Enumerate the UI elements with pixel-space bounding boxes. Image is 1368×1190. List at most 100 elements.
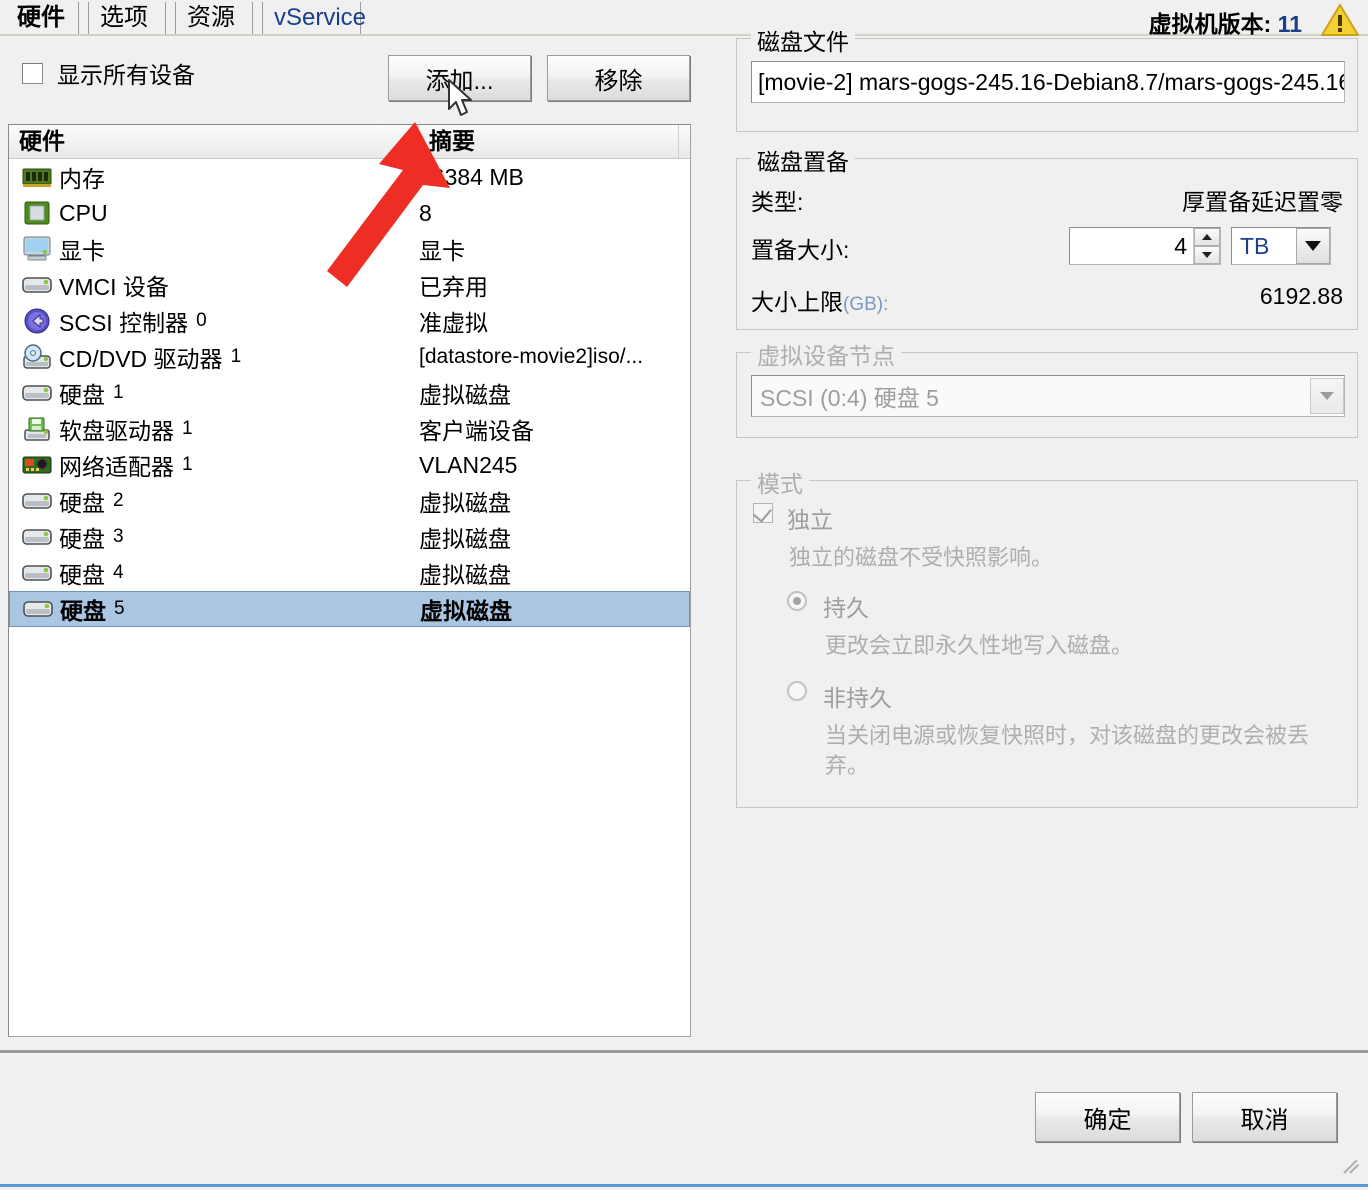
table-row[interactable]: 硬盘 4 虚拟磁盘: [9, 555, 690, 591]
tab-resources-label: 资源: [187, 4, 235, 31]
provision-size-stepper-buttons[interactable]: [1193, 228, 1220, 264]
hardware-device-summary: 虚拟磁盘: [420, 598, 512, 624]
virtual-device-node-value: SCSI (0:4) 硬盘 5: [760, 385, 939, 411]
tab-hardware-label: 硬件: [17, 4, 65, 31]
vm-properties-dialog: 硬件 选项 资源 vService 虚拟机版本: 11 显示所有设备 添加...…: [0, 0, 1368, 1190]
persistent-description: 更改会立即永久性地写入磁盘。: [825, 633, 1134, 658]
hardware-list-header: 硬件 摘要: [9, 125, 690, 159]
show-all-devices-checkbox[interactable]: [22, 62, 43, 84]
disk-file-group-title: 磁盘文件: [751, 23, 855, 57]
tab-options-label: 选项: [100, 4, 148, 31]
ok-button[interactable]: 确定: [1035, 1092, 1180, 1142]
resize-grip-icon[interactable]: [1343, 1156, 1362, 1174]
column-header-summary[interactable]: 摘要: [419, 125, 681, 158]
provision-unit-dropdown-button[interactable]: [1296, 228, 1330, 264]
cancel-button[interactable]: 取消: [1192, 1092, 1337, 1142]
disk-file-path-input[interactable]: [movie-2] mars-gogs-245.16-Debian8.7/mar…: [751, 61, 1345, 103]
table-row[interactable]: 软盘驱动器 1 客户端设备: [9, 411, 690, 447]
remove-button-label: 移除: [594, 67, 643, 95]
cd-dvd-drive-icon: [15, 339, 59, 375]
tab-hardware[interactable]: 硬件: [6, 2, 79, 34]
hard-disk-icon: [15, 375, 59, 411]
table-row[interactable]: 硬盘 3 虚拟磁盘: [9, 519, 690, 555]
remove-button[interactable]: 移除: [547, 55, 690, 101]
hardware-list[interactable]: 硬件 摘要 内存 16384 MB CPU 8 显卡 显卡 VMCI 设备 已弃用 SCSI 控…: [8, 124, 691, 1037]
max-size-value: 6192.88: [1259, 283, 1343, 309]
hardware-device-summary: 虚拟磁盘: [419, 526, 511, 552]
hardware-device-index: 1: [182, 454, 193, 475]
hardware-device-name: 硬盘: [59, 562, 105, 588]
hardware-device-name: 显卡: [59, 238, 105, 264]
independent-checkbox[interactable]: [753, 503, 773, 523]
provision-type-label: 类型:: [751, 189, 804, 215]
tab-vservice[interactable]: vService: [262, 2, 366, 34]
virtual-device-node-group-title: 虚拟设备节点: [751, 337, 901, 371]
virtual-device-node-select[interactable]: SCSI (0:4) 硬盘 5: [751, 375, 1345, 417]
table-row[interactable]: 硬盘 5 虚拟磁盘: [9, 591, 690, 627]
check-icon: [753, 503, 772, 523]
network-adapter-icon: [15, 447, 59, 483]
hardware-device-index: 1: [113, 382, 124, 403]
hardware-device-name: 软盘驱动器: [59, 418, 174, 444]
chevron-up-icon: [1202, 234, 1212, 240]
table-row[interactable]: SCSI 控制器 0 准虚拟: [9, 303, 690, 339]
disk-settings-panel: 磁盘文件 [movie-2] mars-gogs-245.16-Debian8.…: [728, 0, 1368, 1060]
hardware-device-name: CD/DVD 驱动器: [59, 346, 223, 372]
virtual-device-node-dropdown-button[interactable]: [1310, 378, 1344, 414]
table-row[interactable]: CD/DVD 驱动器 1 [datastore-movie2]iso/...: [9, 339, 690, 375]
hardware-device-name: 硬盘: [59, 526, 105, 552]
hard-disk-icon: [15, 483, 59, 519]
stepper-down-button[interactable]: [1194, 246, 1220, 264]
table-row[interactable]: VMCI 设备 已弃用: [9, 267, 690, 303]
chevron-down-icon: [1305, 241, 1321, 251]
provision-unit-select[interactable]: TB: [1231, 227, 1331, 265]
tab-options[interactable]: 选项: [88, 2, 166, 34]
hardware-device-index: 3: [113, 526, 124, 547]
hardware-device-name: VMCI 设备: [59, 274, 169, 300]
table-row[interactable]: 内存 16384 MB: [9, 159, 690, 195]
scsi-controller-icon: [15, 303, 59, 339]
hardware-list-rows: 内存 16384 MB CPU 8 显卡 显卡 VMCI 设备 已弃用 SCSI 控制器 0 准虚拟…: [9, 159, 690, 627]
independent-description: 独立的磁盘不受快照影响。: [789, 545, 1054, 570]
hardware-device-name: 内存: [59, 166, 105, 192]
table-row[interactable]: 硬盘 1 虚拟磁盘: [9, 375, 690, 411]
hardware-device-name: 硬盘: [59, 382, 105, 408]
nonpersistent-description: 当关闭电源或恢复快照时，对该磁盘的更改会被丢弃。: [825, 723, 1310, 778]
hardware-device-name: SCSI 控制器: [59, 310, 189, 336]
mouse-cursor-icon: [447, 78, 477, 125]
provision-size-stepper[interactable]: 4: [1069, 227, 1221, 265]
mode-group-title: 模式: [751, 465, 809, 499]
hardware-device-summary: 虚拟磁盘: [419, 382, 511, 408]
provision-size-value[interactable]: 4: [1070, 233, 1193, 260]
hardware-device-summary: [datastore-movie2]iso/...: [419, 345, 644, 368]
provision-unit-value: TB: [1240, 232, 1270, 259]
hardware-device-name: 网络适配器: [59, 454, 174, 480]
persistent-radio[interactable]: [787, 591, 807, 611]
stepper-up-button[interactable]: [1194, 228, 1220, 246]
hardware-device-name: 硬盘: [60, 598, 106, 624]
table-row[interactable]: 网络适配器 1 VLAN245: [9, 447, 690, 483]
hardware-device-index: 5: [114, 598, 125, 619]
hardware-device-name: 硬盘: [59, 490, 105, 516]
tab-resources[interactable]: 资源: [175, 2, 253, 34]
disk-provisioning-group: 磁盘置备 类型: 厚置备延迟置零 置备大小: 4 TB 大小上限(GB): 61…: [736, 143, 1358, 330]
hard-disk-icon: [16, 591, 60, 627]
show-all-devices-checkbox-wrap[interactable]: 显示所有设备: [22, 56, 195, 90]
hardware-device-summary: 准虚拟: [419, 310, 488, 336]
table-row[interactable]: 显卡 显卡: [9, 231, 690, 267]
hard-disk-icon: [15, 519, 59, 555]
memory-icon: [15, 159, 59, 195]
nonpersistent-radio[interactable]: [787, 681, 807, 701]
max-size-label-suffix: (GB):: [843, 294, 889, 315]
show-all-devices-label: 显示所有设备: [57, 62, 195, 88]
hardware-device-summary: 虚拟磁盘: [419, 562, 511, 588]
hardware-device-summary: 显卡: [419, 238, 465, 264]
list-scrollbar-corner: [678, 125, 690, 158]
cpu-icon: [15, 195, 59, 231]
hard-disk-icon: [15, 555, 59, 591]
hardware-device-summary: 8: [419, 199, 432, 226]
table-row[interactable]: 硬盘 2 虚拟磁盘: [9, 483, 690, 519]
table-row[interactable]: CPU 8: [9, 195, 690, 231]
hardware-device-summary: 客户端设备: [419, 418, 534, 444]
column-header-hardware[interactable]: 硬件: [9, 125, 419, 158]
